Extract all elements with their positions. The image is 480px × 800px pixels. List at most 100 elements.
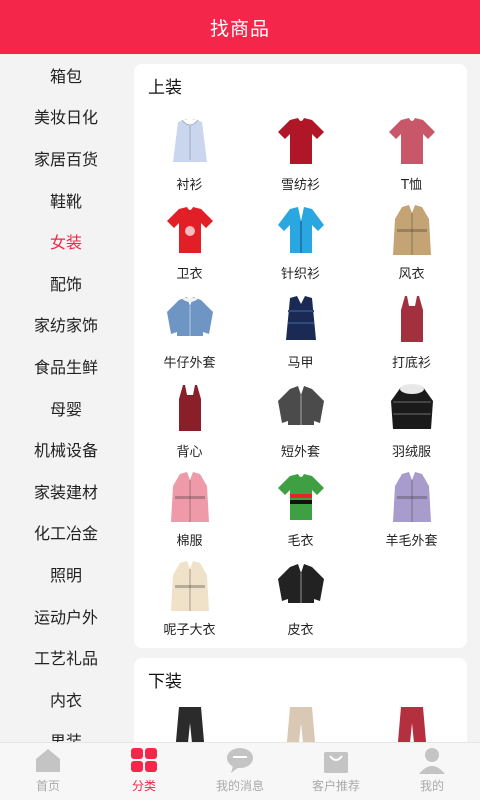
leather-jacket-icon xyxy=(274,559,328,613)
sidebar-item-2[interactable]: 家居百货 xyxy=(0,137,132,179)
down-jacket-icon xyxy=(385,381,439,435)
tab-label: 客户推荐 xyxy=(311,779,360,793)
product-label: 羊毛外套 xyxy=(385,534,438,549)
tab-4[interactable]: 我的 xyxy=(384,743,480,800)
trench-coat-icon xyxy=(385,203,439,257)
product-item[interactable]: 背心 xyxy=(134,375,245,464)
product-label: 针织衫 xyxy=(280,267,320,282)
wool-coat-icon xyxy=(385,470,439,524)
sidebar-item-6[interactable]: 家纺家饰 xyxy=(0,304,132,346)
product-label: T恤 xyxy=(401,178,422,193)
product-grid: 衬衫 雪纺衫 T恤卫衣 针织衫 风衣牛仔外套 马甲 打底衫背心 短外套 羽绒服棉服 毛衣 羊毛外套呢… xyxy=(134,108,467,642)
sidebar-item-13[interactable]: 运动户外 xyxy=(0,595,132,637)
jeans-icon xyxy=(157,707,223,742)
category-sidebar[interactable]: 箱包 美妆日化 家居百货 鞋靴 女装 配饰 家纺家饰 食品生鲜 母婴 机械设备 家装建材 化工冶金 照明… xyxy=(0,54,132,742)
category-section-1: 下装 xyxy=(134,658,467,742)
product-item[interactable]: 风衣 xyxy=(356,197,467,286)
product-label: 雪纺衫 xyxy=(280,178,320,193)
sidebar-item-5[interactable]: 配饰 xyxy=(0,262,132,304)
tab-3[interactable]: 客户推荐 xyxy=(288,743,384,800)
product-item[interactable]: 呢子大衣 xyxy=(134,553,245,642)
category-icon xyxy=(129,745,159,775)
product-label: 牛仔外套 xyxy=(163,356,216,371)
section-title: 下装 xyxy=(148,672,182,692)
sidebar-item-7[interactable]: 食品生鲜 xyxy=(0,345,132,387)
sidebar-item-16[interactable]: 男装 xyxy=(0,720,132,742)
product-label: 毛衣 xyxy=(287,534,314,549)
sidebar-item-15[interactable]: 内衣 xyxy=(0,678,132,720)
product-item[interactable]: 打底衫 xyxy=(356,286,467,375)
product-item[interactable]: 牛仔外套 xyxy=(134,286,245,375)
product-label: 马甲 xyxy=(287,356,314,371)
product-item[interactable]: 羽绒服 xyxy=(356,375,467,464)
product-item[interactable]: 卫衣 xyxy=(134,197,245,286)
tank-top-icon xyxy=(163,381,217,435)
product-label: 皮衣 xyxy=(287,623,314,638)
tshirt-icon xyxy=(385,114,439,168)
product-item[interactable]: 毛衣 xyxy=(245,464,356,553)
short-jacket-icon xyxy=(274,381,328,435)
product-label: 羽绒服 xyxy=(391,445,431,460)
product-item[interactable]: 雪纺衫 xyxy=(245,108,356,197)
product-label: 衬衫 xyxy=(176,178,203,193)
product-item[interactable]: 皮衣 xyxy=(245,553,356,642)
tab-label: 分类 xyxy=(131,779,156,793)
tab-label: 我的 xyxy=(419,779,444,793)
sidebar-item-1[interactable]: 美妆日化 xyxy=(0,96,132,138)
tab-label: 我的消息 xyxy=(215,779,264,793)
sidebar-item-12[interactable]: 照明 xyxy=(0,553,132,595)
denim-jacket-icon xyxy=(163,292,217,346)
product-label: 卫衣 xyxy=(176,267,203,282)
bag-icon xyxy=(321,745,351,775)
wide-pants-icon xyxy=(268,707,334,742)
cardigan-icon xyxy=(274,203,328,257)
section-title: 上装 xyxy=(148,78,182,98)
tab-label: 首页 xyxy=(35,779,60,793)
sidebar-item-3[interactable]: 鞋靴 xyxy=(0,179,132,221)
product-grid xyxy=(134,702,467,742)
product-item[interactable]: T恤 xyxy=(356,108,467,197)
sidebar-item-8[interactable]: 母婴 xyxy=(0,387,132,429)
sidebar-item-0[interactable]: 箱包 xyxy=(0,54,132,96)
app-header: 找商品 xyxy=(0,0,480,54)
product-label: 打底衫 xyxy=(391,356,431,371)
product-item[interactable] xyxy=(356,702,467,742)
product-item[interactable]: 羊毛外套 xyxy=(356,464,467,553)
bottom-tab-bar: 首页 分类 我的消息 客户推荐 我的 xyxy=(0,742,480,800)
tab-0[interactable]: 首页 xyxy=(0,743,96,800)
product-label: 短外套 xyxy=(280,445,320,460)
product-label: 背心 xyxy=(176,445,203,460)
product-item[interactable]: 马甲 xyxy=(245,286,356,375)
red-pants-icon xyxy=(379,707,445,742)
vest-icon xyxy=(274,292,328,346)
sidebar-item-4[interactable]: 女装 xyxy=(0,220,132,262)
product-item[interactable] xyxy=(245,702,356,742)
product-item[interactable]: 短外套 xyxy=(245,375,356,464)
category-section-0: 上装衬衫 雪纺衫 T恤卫衣 针织衫 风衣牛仔外套 马甲 打底衫背心 短外套 羽绒服棉服 毛衣 羊毛外… xyxy=(134,64,467,648)
product-label: 呢子大衣 xyxy=(163,623,216,638)
product-item[interactable]: 棉服 xyxy=(134,464,245,553)
product-item[interactable]: 针织衫 xyxy=(245,197,356,286)
sidebar-item-11[interactable]: 化工冶金 xyxy=(0,512,132,554)
message-icon xyxy=(225,745,255,775)
product-label: 棉服 xyxy=(176,534,203,549)
user-icon xyxy=(417,745,447,775)
product-item[interactable]: 衬衫 xyxy=(134,108,245,197)
sidebar-item-10[interactable]: 家装建材 xyxy=(0,470,132,512)
sweater-icon xyxy=(274,470,328,524)
shirt-icon xyxy=(163,114,217,168)
tab-2[interactable]: 我的消息 xyxy=(192,743,288,800)
sidebar-item-9[interactable]: 机械设备 xyxy=(0,428,132,470)
overcoat-icon xyxy=(163,559,217,613)
product-item[interactable] xyxy=(134,702,245,742)
camisole-icon xyxy=(385,292,439,346)
tab-1[interactable]: 分类 xyxy=(96,743,192,800)
home-icon xyxy=(33,745,63,775)
sweatshirt-icon xyxy=(163,203,217,257)
product-label: 风衣 xyxy=(398,267,425,282)
sidebar-item-14[interactable]: 工艺礼品 xyxy=(0,636,132,678)
padded-coat-icon xyxy=(163,470,217,524)
product-category-panel[interactable]: 上装衬衫 雪纺衫 T恤卫衣 针织衫 风衣牛仔外套 马甲 打底衫背心 短外套 羽绒服棉服 毛衣 羊毛外… xyxy=(132,54,480,742)
page-title: 找商品 xyxy=(209,17,270,40)
blouse-icon xyxy=(274,114,328,168)
